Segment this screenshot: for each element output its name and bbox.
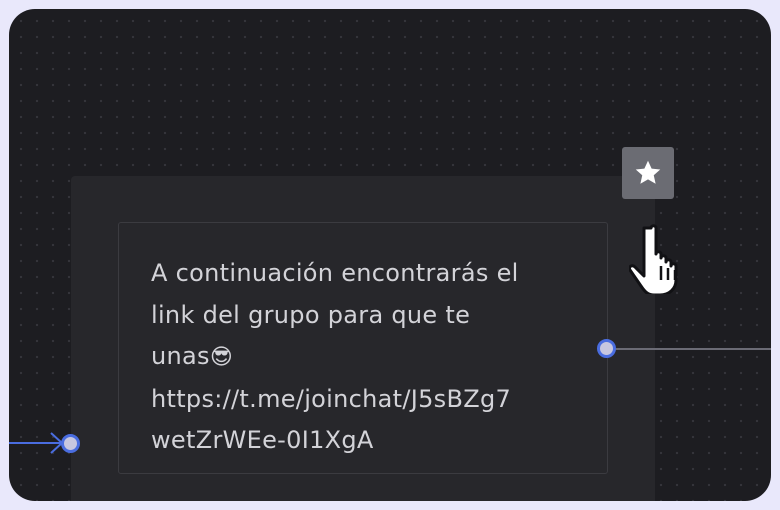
- sunglasses-emoji: 😎: [209, 345, 234, 370]
- message-line: A continuación encontrarás el: [151, 259, 519, 287]
- group-link[interactable]: https://t.me/joinchat/J5sBZg7: [151, 379, 581, 421]
- hand-cursor-icon: [629, 224, 678, 294]
- message-bubble[interactable]: A continuación encontrarás el link del g…: [118, 222, 608, 474]
- message-text: A continuación encontrarás el link del g…: [151, 253, 581, 462]
- group-link-continued[interactable]: wetZrWEe-0I1XgA: [151, 420, 581, 462]
- star-button[interactable]: [622, 147, 674, 199]
- star-icon: [635, 160, 661, 184]
- message-line: link del grupo para que te: [151, 300, 471, 329]
- input-handle[interactable]: [61, 434, 80, 453]
- outgoing-connector-line: [615, 348, 771, 350]
- flow-canvas[interactable]: A continuación encontrarás el link del g…: [9, 9, 771, 501]
- message-line-text: unas: [151, 342, 210, 370]
- output-handle[interactable]: [597, 339, 616, 358]
- message-line: unas😎: [151, 336, 581, 379]
